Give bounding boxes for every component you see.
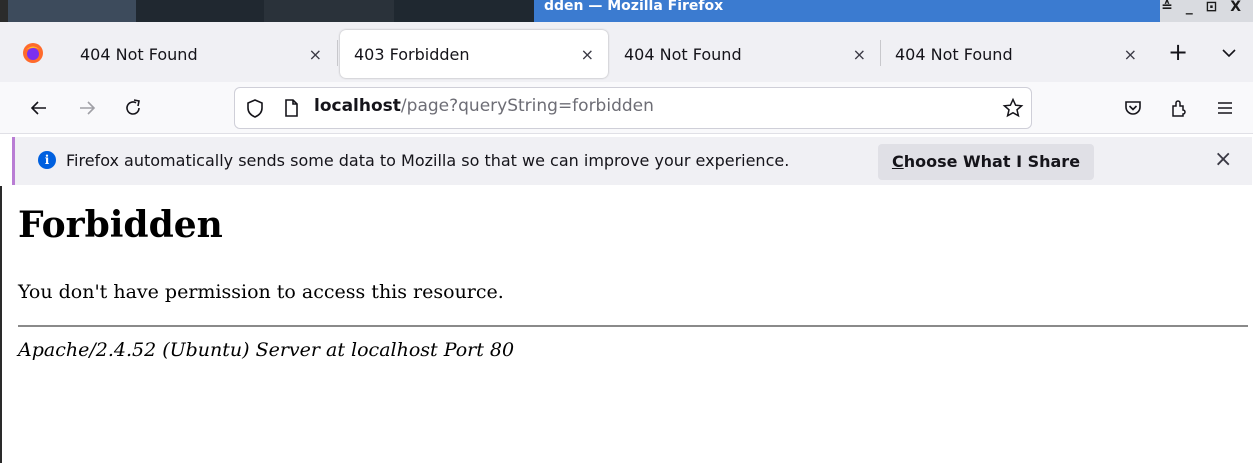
tab-divider: [337, 40, 338, 66]
tab-403-forbidden[interactable]: 403 Forbidden ×: [340, 30, 608, 78]
back-arrow-icon[interactable]: [28, 97, 50, 119]
button-accesskey: C: [891, 152, 904, 171]
tab-close-icon[interactable]: ×: [1124, 45, 1137, 64]
shield-icon[interactable]: [244, 97, 266, 119]
window-titlebar: dden — Mozilla Firefox ≙ _ ⊡ X: [0, 0, 1253, 22]
new-tab-button[interactable]: +: [1168, 40, 1188, 64]
tab-label: 403 Forbidden: [354, 44, 470, 64]
choose-what-i-share-button[interactable]: Choose What I Share: [878, 144, 1094, 180]
forward-arrow-icon[interactable]: [76, 97, 98, 119]
pocket-icon[interactable]: [1122, 97, 1144, 119]
url-host: localhost: [314, 96, 401, 116]
tab-404-2[interactable]: 404 Not Found ×: [610, 30, 880, 78]
info-icon: i: [38, 151, 56, 169]
tab-404-1[interactable]: 404 Not Found ×: [66, 30, 336, 78]
taskbar-segment: [8, 0, 136, 22]
taskbar-segment: [394, 0, 534, 22]
taskbar-segment: [264, 0, 394, 22]
notification-close-icon[interactable]: ×: [1214, 147, 1232, 172]
button-label: hoose What I Share: [903, 152, 1081, 171]
tab-label: 404 Not Found: [80, 44, 198, 64]
tab-close-icon[interactable]: ×: [581, 45, 594, 64]
page-title: Forbidden: [18, 204, 223, 246]
chevron-down-icon[interactable]: [1220, 44, 1238, 62]
taskbar-segment: [136, 0, 264, 22]
tab-label: 404 Not Found: [895, 44, 1013, 64]
tab-label: 404 Not Found: [624, 44, 742, 64]
bookmark-star-icon[interactable]: [1002, 97, 1024, 119]
window-controls[interactable]: ≙ _ ⊡ X: [1161, 0, 1245, 15]
page-info-icon[interactable]: [280, 97, 302, 119]
tab-404-3[interactable]: 404 Not Found ×: [881, 30, 1151, 78]
tab-close-icon[interactable]: ×: [853, 45, 866, 64]
divider: [18, 325, 1248, 327]
extensions-icon[interactable]: [1168, 97, 1190, 119]
firefox-menu-icon[interactable]: [22, 42, 44, 64]
error-message: You don't have permission to access this…: [18, 281, 504, 303]
window-title: dden — Mozilla Firefox: [544, 0, 724, 14]
hamburger-menu-icon[interactable]: [1214, 97, 1236, 119]
reload-icon[interactable]: [122, 97, 144, 119]
tab-close-icon[interactable]: ×: [309, 45, 322, 64]
notification-message: Firefox automatically sends some data to…: [66, 151, 790, 170]
url-text[interactable]: localhost/page?queryString=forbidden: [314, 96, 654, 116]
url-path: /page?queryString=forbidden: [400, 96, 654, 116]
server-signature: Apache/2.4.52 (Ubuntu) Server at localho…: [18, 339, 515, 361]
